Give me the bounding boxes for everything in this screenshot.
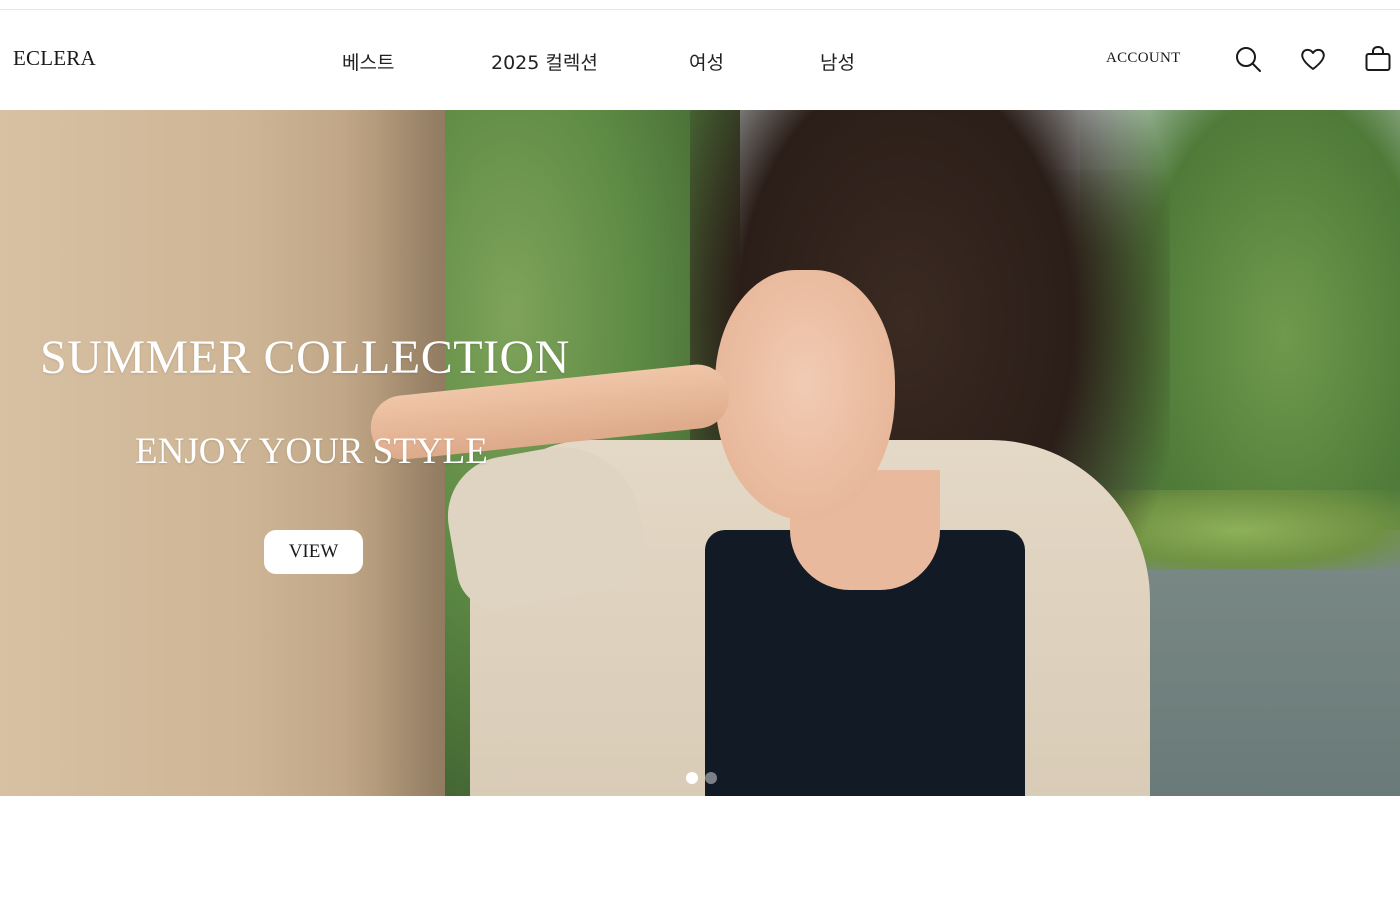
view-button[interactable]: VIEW xyxy=(264,530,363,574)
hero-title: SUMMER COLLECTION xyxy=(40,331,570,384)
nav-item-women[interactable]: 여성 xyxy=(689,48,724,75)
nav-item-best[interactable]: 베스트 xyxy=(342,48,394,75)
slide-dot-2[interactable] xyxy=(705,772,717,784)
slide-dot-1[interactable] xyxy=(686,772,698,784)
account-link[interactable]: ACCOUNT xyxy=(1106,50,1181,67)
slide-indicator xyxy=(686,772,717,786)
hero-banner: SUMMER COLLECTION ENJOY YOUR STYLE VIEW xyxy=(0,110,1400,796)
nav-item-men[interactable]: 남성 xyxy=(820,48,855,75)
heart-icon[interactable] xyxy=(1299,45,1327,73)
main-nav: 베스트 2025 컬렉션 여성 남성 xyxy=(0,48,1400,74)
search-icon[interactable] xyxy=(1234,45,1262,73)
site-header: ECLERA 베스트 2025 컬렉션 여성 남성 ACCOUNT xyxy=(0,10,1400,110)
hero-subtitle: ENJOY YOUR STYLE xyxy=(135,431,488,472)
nav-item-2025-collection[interactable]: 2025 컬렉션 xyxy=(491,48,598,75)
shopping-bag-icon[interactable] xyxy=(1364,45,1392,73)
